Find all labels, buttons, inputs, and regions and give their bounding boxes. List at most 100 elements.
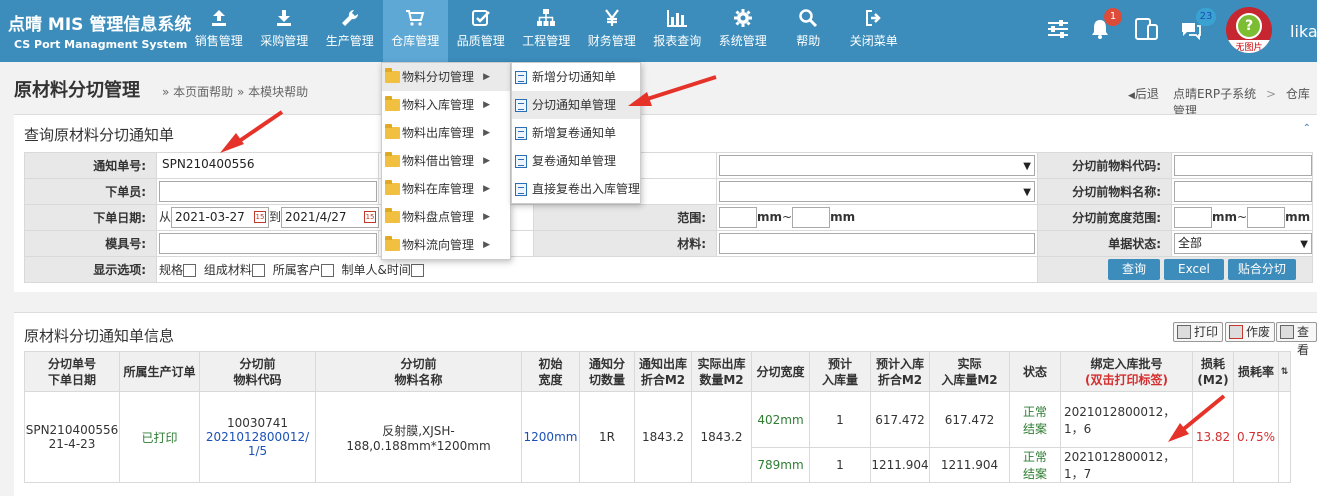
menu-item-rewind-notice-manage[interactable]: 复卷通知单管理 <box>512 147 640 175</box>
menu-item-new-rewind-notice[interactable]: 新增复卷通知单 <box>512 119 640 147</box>
menu-item-material-lend[interactable]: 物料借出管理 ▶ <box>382 147 510 175</box>
module-help-link[interactable]: » 本模块帮助 <box>237 83 308 100</box>
results-panel-title: 原材料分切通知单信息 <box>24 327 175 345</box>
range-max-input[interactable] <box>792 207 831 228</box>
sliders-icon[interactable] <box>1047 19 1069 39</box>
opt-composition-checkbox[interactable] <box>251 264 265 277</box>
view-icon <box>1280 325 1294 339</box>
chevron-right-icon: ▶ <box>483 240 490 250</box>
wrench-icon <box>341 9 358 27</box>
main-nav: 销售管理 采购管理 生产管理 仓库管理 品质管理 工程管理 财务管理 报表查询 <box>186 0 907 62</box>
cell-batch[interactable]: 2021012800012，1，7 <box>1060 447 1193 483</box>
cell-loss-rate: 0.75% <box>1233 391 1279 483</box>
search-icon <box>799 9 818 28</box>
th-batch-label: 绑定入库批号 <box>1090 356 1163 371</box>
opt-spec-checkbox[interactable] <box>183 264 197 277</box>
opt-maker-checkbox[interactable] <box>410 264 424 277</box>
pre-code-input[interactable] <box>1174 155 1312 176</box>
nav-warehouse[interactable]: 仓库管理 <box>382 0 448 62</box>
chevron-right-icon: ▶ <box>483 72 490 82</box>
download-icon <box>277 10 292 26</box>
nav-finance[interactable]: 财务管理 <box>579 0 645 62</box>
nav-purchase[interactable]: 采购管理 <box>252 0 318 62</box>
column-toggle-icon[interactable]: ⇅ <box>1278 351 1291 392</box>
query-button[interactable]: 查询 <box>1108 259 1161 280</box>
folder-icon <box>385 96 400 111</box>
excel-button[interactable]: Excel <box>1164 259 1224 280</box>
range-min-input[interactable] <box>719 207 757 228</box>
date-to-input[interactable]: 2021/4/27 15 <box>281 207 380 228</box>
collapse-icon[interactable]: ⌃ <box>1303 123 1311 134</box>
view-button[interactable]: 查看 <box>1276 322 1317 357</box>
order-no: SPN210400556 <box>25 423 119 437</box>
status-select[interactable]: 全部 ▼ <box>1174 233 1312 254</box>
pre-width-min-input[interactable] <box>1174 207 1212 228</box>
menu-label: 物料在库管理 <box>402 182 475 196</box>
chevron-right-icon: ▶ <box>483 156 490 166</box>
opt-spec-label: 规格 <box>159 263 184 277</box>
void-button[interactable]: 作废 <box>1225 322 1276 342</box>
select-field-1[interactable]: ▼ <box>719 155 1035 176</box>
pre-code-line1: 10030741 <box>226 416 289 430</box>
paste-cut-button[interactable]: 贴合分切 <box>1227 259 1296 280</box>
cell-batch[interactable]: 2021012800012，1，6 <box>1060 391 1193 448</box>
select-field-2[interactable]: ▼ <box>719 181 1035 202</box>
cell-est-qty: 1 <box>809 391 871 448</box>
cell-order: SPN210400556 21-4-23 <box>24 391 120 483</box>
menu-item-material-cut[interactable]: 物料分切管理 ▶ <box>382 63 510 91</box>
range-unit-2: mm <box>830 210 856 224</box>
nav-production[interactable]: 生产管理 <box>317 0 383 62</box>
cell-pre-name: 反射膜,XJSH-188,0.188mm*1200mm <box>315 391 522 483</box>
nav-close-menu[interactable]: 关闭菜单 <box>841 0 907 62</box>
material-cut-submenu: 新增分切通知单 分切通知单管理 新增复卷通知单 复卷通知单管理 直接复卷出入库管… <box>511 62 641 204</box>
query-form: 通知单号: SPN210400556 ▼ 分切前物料代码: 下单员: ▼ 分切前… <box>24 152 1313 283</box>
nav-quality[interactable]: 品质管理 <box>448 0 514 62</box>
menu-item-direct-rewind[interactable]: 直接复卷出入库管理 <box>512 175 640 203</box>
query-panel-title: 查询原材料分切通知单 <box>24 126 175 144</box>
mold-input[interactable] <box>159 233 377 254</box>
status-label: 单据状态: <box>1037 230 1172 257</box>
page-help-link[interactable]: » 本页面帮助 <box>162 83 233 100</box>
menu-item-material-in[interactable]: 物料入库管理 ▶ <box>382 91 510 119</box>
nav-system[interactable]: 系统管理 <box>710 0 776 62</box>
menu-item-cut-notice-manage[interactable]: 分切通知单管理 <box>512 91 640 119</box>
menu-label: 直接复卷出入库管理 <box>532 182 641 196</box>
nav-engineering[interactable]: 工程管理 <box>514 0 580 62</box>
table-row[interactable]: SPN210400556 21-4-23 已打印 10030741 20210128… <box>24 391 1291 483</box>
pre-width-max-input[interactable] <box>1247 207 1286 228</box>
nav-sales[interactable]: 销售管理 <box>186 0 252 62</box>
notice-no-input[interactable]: SPN210400556 <box>159 155 377 176</box>
pre-code-link[interactable]: 2021012800012/1/5 <box>200 430 315 458</box>
menu-item-material-stock[interactable]: 物料在库管理 ▶ <box>382 175 510 203</box>
th-cut-width: 分切宽度 <box>751 351 810 392</box>
warehouse-submenu: 物料分切管理 ▶ 物料入库管理 ▶ 物料出库管理 ▶ 物料借出管理 ▶ 物料在库管理 ▶ … <box>381 62 511 260</box>
nav-reports[interactable]: 报表查询 <box>645 0 711 62</box>
menu-item-material-flow[interactable]: 物料流向管理 ▶ <box>382 231 510 259</box>
menu-item-new-cut-notice[interactable]: 新增分切通知单 <box>512 63 640 91</box>
th-width: 初始 宽度 <box>521 351 580 392</box>
menu-item-material-out[interactable]: 物料出库管理 ▶ <box>382 119 510 147</box>
folder-icon <box>385 68 400 83</box>
avatar[interactable]: ? 无图片 <box>1226 7 1272 53</box>
calendar-icon[interactable]: 15 <box>364 211 377 223</box>
back-link[interactable]: ◀后退 <box>1128 85 1159 102</box>
nav-purchase-label: 采购管理 <box>260 34 309 48</box>
chevron-down-icon: ▼ <box>1300 239 1308 250</box>
pre-name-input[interactable] <box>1174 181 1312 202</box>
issuer-input[interactable] <box>159 181 377 202</box>
cell-state: 正常结案 <box>1009 391 1061 448</box>
material-label: 材料: <box>533 230 717 257</box>
menu-item-material-inventory[interactable]: 物料盘点管理 ▶ <box>382 203 510 231</box>
nav-help[interactable]: 帮助 <box>776 0 842 62</box>
date-from-input[interactable]: 2021-03-27 15 <box>171 207 270 228</box>
calendar-icon[interactable]: 15 <box>254 211 267 223</box>
opt-customer-checkbox[interactable] <box>320 264 334 277</box>
material-input[interactable] <box>719 233 1035 254</box>
breadcrumb-item-erp[interactable]: 点晴ERP子系统 <box>1173 87 1256 101</box>
folder-icon <box>385 236 400 251</box>
mobile-tablet-icon[interactable] <box>1134 17 1160 41</box>
username[interactable]: lika <box>1290 22 1317 41</box>
nav-finance-label: 财务管理 <box>587 34 636 48</box>
th-batch: 绑定入库批号 (双击打印标签) <box>1060 351 1193 392</box>
print-button[interactable]: 打印 <box>1173 322 1224 342</box>
